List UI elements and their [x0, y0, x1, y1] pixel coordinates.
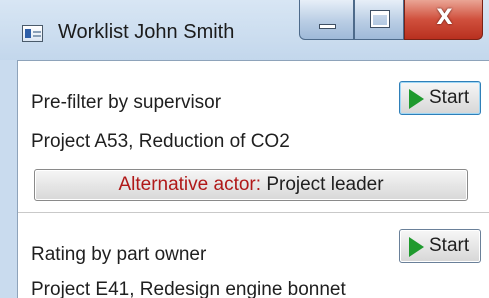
title-bar[interactable]: Worklist John Smith X [0, 0, 489, 60]
worklist-app-icon[interactable] [22, 25, 43, 42]
play-icon [409, 89, 424, 109]
task-separator [18, 212, 489, 214]
alternative-actor-label: Alternative actor: [118, 174, 262, 195]
start-button-label: Start [429, 235, 470, 256]
start-button-label: Start [429, 87, 470, 108]
alternative-actor-button[interactable]: Alternative actor: Project leader [34, 169, 468, 201]
start-button[interactable]: Start [399, 81, 481, 115]
caption-buttons: X [299, 0, 483, 40]
alternative-actor-value: Project leader [266, 174, 384, 195]
maximize-icon [370, 10, 390, 28]
task-project: Project A53, Reduction of CO2 [31, 131, 290, 152]
close-button[interactable]: X [404, 0, 483, 40]
window-title: Worklist John Smith [58, 21, 235, 43]
minimize-button[interactable] [299, 0, 354, 40]
task-name: Rating by part owner [31, 244, 207, 265]
task-name: Pre-filter by supervisor [31, 92, 222, 113]
worklist-window: Worklist John Smith X Pre-filter by supe… [0, 0, 489, 298]
start-button[interactable]: Start [399, 229, 481, 263]
worklist-content: Pre-filter by supervisor Start Project A… [17, 60, 489, 298]
task-project: Project E41, Redesign engine bonnet [31, 279, 346, 298]
play-icon [409, 237, 424, 257]
minimize-icon [319, 24, 336, 29]
maximize-button[interactable] [354, 0, 404, 40]
close-icon: X [436, 5, 453, 29]
